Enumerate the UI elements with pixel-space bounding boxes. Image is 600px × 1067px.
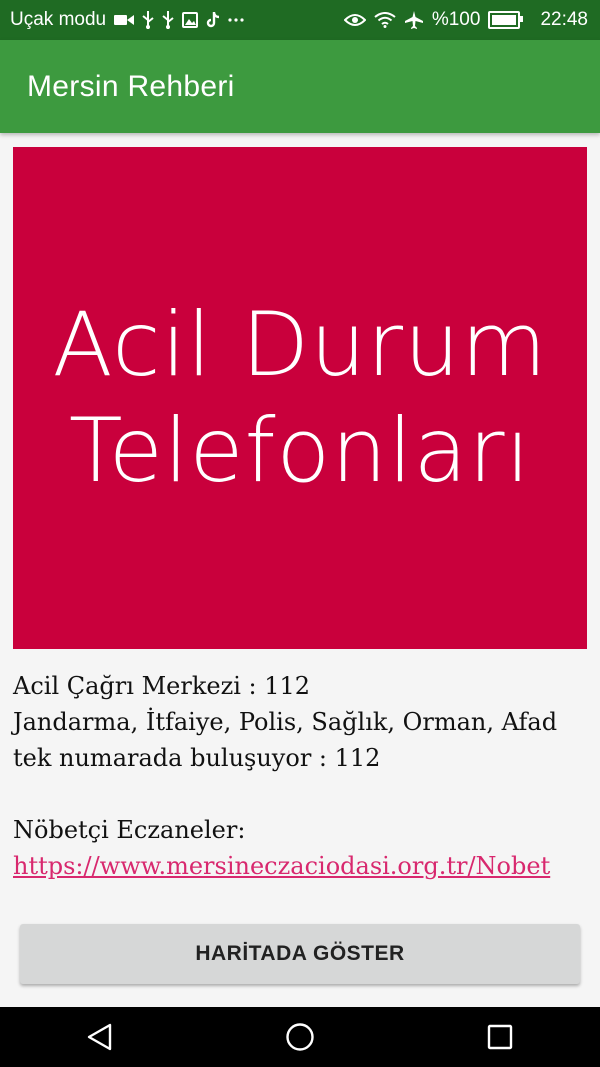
pharmacy-link[interactable]: https://www.mersineczaciodasi.org.tr/Nob… <box>13 852 550 880</box>
info-text: Acil Çağrı Merkezi : 112 Jandarma, İtfai… <box>13 668 593 884</box>
home-icon <box>286 1023 314 1051</box>
status-bar: Uçak modu %100 22:48 <box>0 0 600 40</box>
video-icon <box>114 13 135 27</box>
status-left: Uçak modu <box>0 9 244 31</box>
recents-icon <box>487 1024 513 1050</box>
show-on-map-button[interactable]: HARİTADA GÖSTER <box>20 924 580 984</box>
emergency-phones-banner: Acil Durum Telefonları <box>13 147 587 649</box>
eye-icon <box>343 13 366 27</box>
battery-icon <box>488 11 524 29</box>
airplane-mode-text: Uçak modu <box>10 9 107 30</box>
back-icon <box>87 1023 112 1051</box>
battery-percent: %100 <box>431 9 481 30</box>
status-right: %100 22:48 <box>343 9 600 31</box>
home-button[interactable] <box>260 1007 340 1067</box>
recents-button[interactable] <box>460 1007 540 1067</box>
usb-icon <box>142 11 154 29</box>
clock: 22:48 <box>540 9 588 30</box>
single-number-note: tek numarada buluşuyor : 112 <box>13 744 381 772</box>
wifi-icon <box>374 12 396 28</box>
app-title: Mersin Rehberi <box>27 69 235 103</box>
more-icon <box>228 18 244 22</box>
emergency-call-center: Acil Çağrı Merkezi : 112 <box>13 672 311 700</box>
navigation-bar <box>0 1007 600 1067</box>
banner-line-1: Acil Durum <box>52 293 548 396</box>
airplane-icon <box>404 10 424 30</box>
back-button[interactable] <box>60 1007 140 1067</box>
app-bar: Mersin Rehberi <box>0 40 600 133</box>
banner-line-2: Telefonları <box>68 399 532 502</box>
tiktok-icon <box>206 12 220 28</box>
image-icon <box>182 12 199 28</box>
usb-icon <box>162 11 174 29</box>
services-list: Jandarma, İtfaiye, Polis, Sağlık, Orman,… <box>13 708 558 736</box>
pharmacy-label: Nöbetçi Eczaneler: <box>13 816 246 844</box>
